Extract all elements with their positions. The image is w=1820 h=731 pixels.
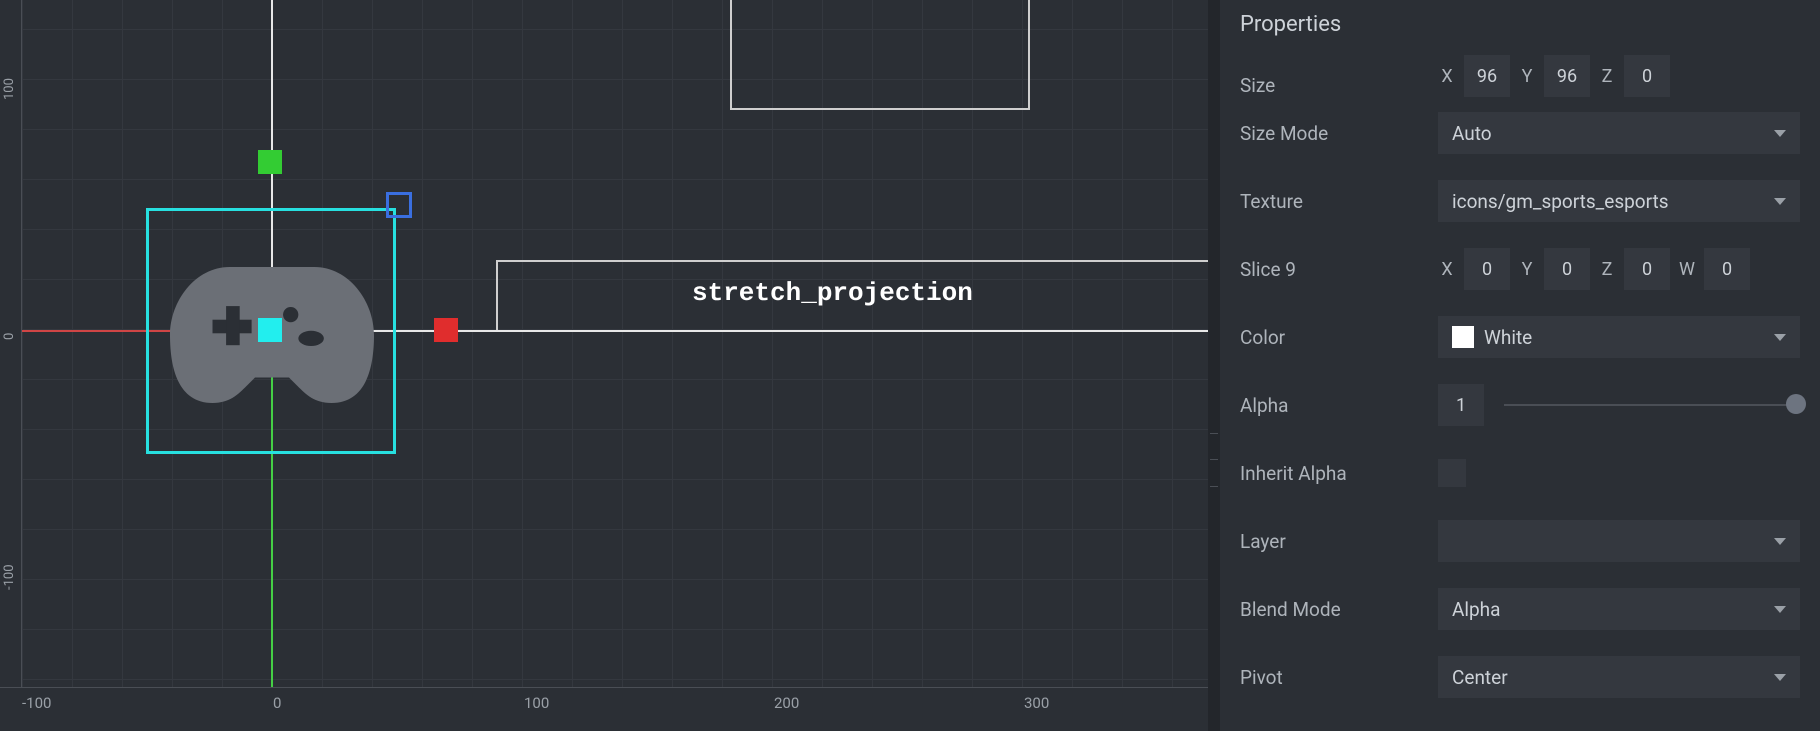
size-mode-row: Size Mode Auto — [1240, 99, 1800, 167]
chevron-down-icon — [1774, 674, 1786, 681]
slider-track — [1504, 404, 1800, 406]
size-x-input[interactable]: 96 — [1464, 55, 1510, 97]
chevron-down-icon — [1774, 538, 1786, 545]
size-label: Size — [1240, 74, 1438, 97]
size-row: Size X 96 Y 96 Z 0 — [1240, 55, 1800, 99]
texture-row: Texture icons/gm_sports_esports — [1240, 167, 1800, 235]
inherit-alpha-row: Inherit Alpha — [1240, 439, 1800, 507]
inherit-alpha-label: Inherit Alpha — [1240, 462, 1438, 485]
alpha-label: Alpha — [1240, 394, 1438, 417]
color-swatch — [1452, 326, 1474, 348]
ruler-x-tick: 300 — [1024, 694, 1049, 712]
size-mode-select[interactable]: Auto — [1438, 112, 1800, 154]
ruler-y-tick: 0 — [2, 333, 17, 340]
texture-value: icons/gm_sports_esports — [1452, 190, 1669, 213]
alpha-slider[interactable] — [1504, 402, 1800, 408]
ruler-vertical: 100 0 -100 — [0, 0, 22, 687]
panel-splitter[interactable] — [1208, 0, 1220, 731]
ruler-x-tick: 100 — [524, 694, 549, 712]
properties-panel: Properties Size X 96 Y 96 Z 0 Size Mode … — [1220, 0, 1820, 731]
node-outline[interactable] — [730, 0, 1030, 110]
size-z-label: Z — [1598, 66, 1616, 87]
chevron-down-icon — [1774, 334, 1786, 341]
slider-thumb[interactable] — [1786, 394, 1806, 414]
blend-select[interactable]: Alpha — [1438, 588, 1800, 630]
slice9-y-label: Y — [1518, 259, 1536, 280]
size-z-input[interactable]: 0 — [1624, 55, 1670, 97]
layer-select[interactable] — [1438, 520, 1800, 562]
layer-label: Layer — [1240, 530, 1438, 553]
alpha-row: Alpha 1 — [1240, 371, 1800, 439]
ruler-x-tick: -100 — [22, 694, 51, 712]
ruler-x-tick: 200 — [774, 694, 799, 712]
color-row: Color White — [1240, 303, 1800, 371]
ruler-x-tick: 0 — [273, 694, 281, 712]
texture-select[interactable]: icons/gm_sports_esports — [1438, 180, 1800, 222]
move-y-handle[interactable] — [258, 150, 282, 174]
slice9-z-input[interactable]: 0 — [1624, 248, 1670, 290]
pivot-select[interactable]: Center — [1438, 656, 1800, 698]
chevron-down-icon — [1774, 606, 1786, 613]
alpha-input[interactable]: 1 — [1438, 384, 1484, 426]
panel-title: Properties — [1220, 0, 1820, 55]
scale-handle[interactable] — [386, 192, 412, 218]
slice9-label: Slice 9 — [1240, 258, 1438, 281]
blend-value: Alpha — [1452, 598, 1500, 621]
slice9-w-input[interactable]: 0 — [1704, 248, 1750, 290]
move-x-handle[interactable] — [434, 318, 458, 342]
origin-handle[interactable] — [258, 318, 282, 342]
canvas-viewport[interactable]: stretch_projection 100 0 -100 -100 0 100… — [0, 0, 1208, 731]
color-select[interactable]: White — [1438, 316, 1800, 358]
node-label-text: stretch_projection — [692, 278, 973, 308]
size-y-label: Y — [1518, 66, 1536, 87]
layer-row: Layer — [1240, 507, 1800, 575]
color-label: Color — [1240, 326, 1438, 349]
size-mode-label: Size Mode — [1240, 122, 1438, 145]
size-mode-value: Auto — [1452, 122, 1492, 145]
ruler-horizontal: -100 0 100 200 300 — [0, 687, 1208, 731]
pivot-row: Pivot Center — [1240, 643, 1800, 711]
chevron-down-icon — [1774, 130, 1786, 137]
ruler-y-tick: -100 — [2, 564, 17, 590]
color-value: White — [1484, 326, 1532, 349]
slice9-y-input[interactable]: 0 — [1544, 248, 1590, 290]
slice9-w-label: W — [1678, 259, 1696, 280]
slice9-x-label: X — [1438, 259, 1456, 280]
node-label-box[interactable]: stretch_projection — [496, 260, 1208, 330]
slice9-row: Slice 9 X 0 Y 0 Z 0 W 0 — [1240, 235, 1800, 303]
pivot-value: Center — [1452, 666, 1508, 689]
pivot-label: Pivot — [1240, 666, 1438, 689]
slice9-x-input[interactable]: 0 — [1464, 248, 1510, 290]
blend-row: Blend Mode Alpha — [1240, 575, 1800, 643]
chevron-down-icon — [1774, 198, 1786, 205]
inherit-alpha-checkbox[interactable] — [1438, 459, 1466, 487]
ruler-y-tick: 100 — [2, 78, 17, 100]
texture-label: Texture — [1240, 190, 1438, 213]
blend-label: Blend Mode — [1240, 598, 1438, 621]
size-y-input[interactable]: 96 — [1544, 55, 1590, 97]
slice9-z-label: Z — [1598, 259, 1616, 280]
size-x-label: X — [1438, 66, 1456, 87]
